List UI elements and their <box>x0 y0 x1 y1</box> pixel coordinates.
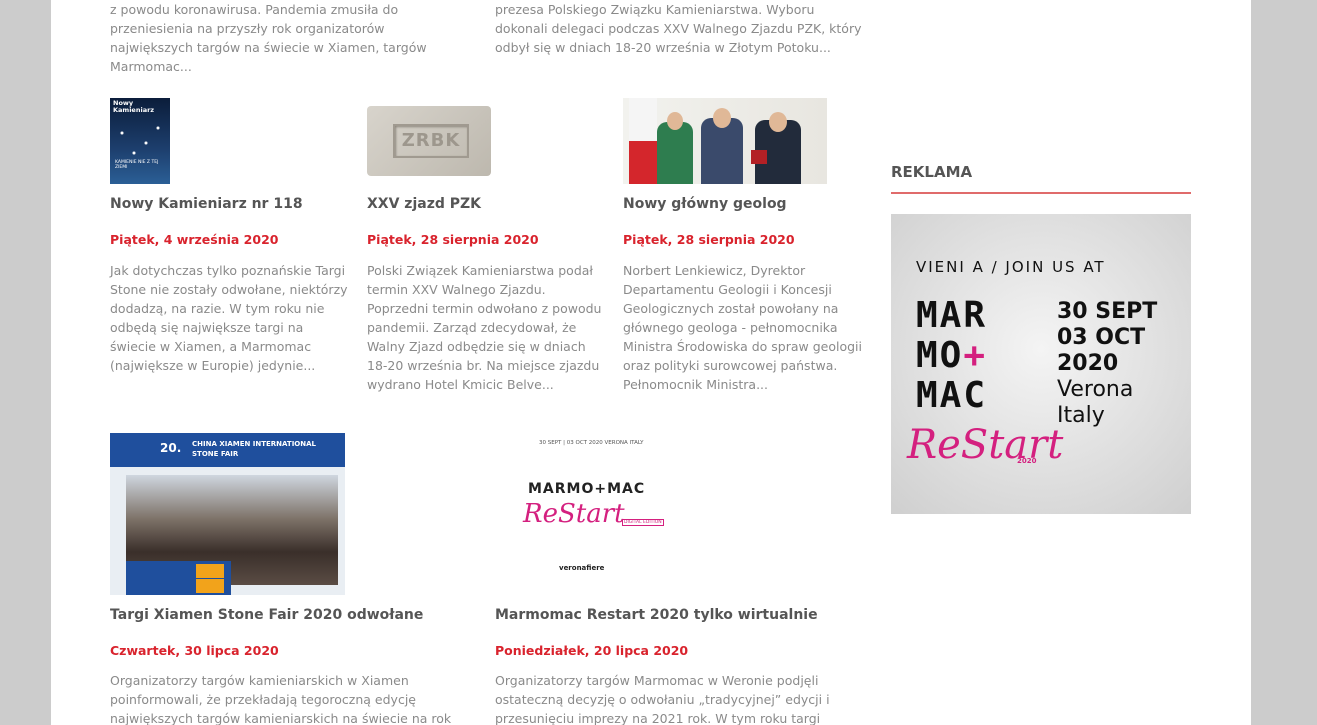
ad-logo: MAR MO+ MAC <box>916 296 987 416</box>
article-date-wrap: Piątek, 4 września 2020 <box>110 232 350 247</box>
article-date: Poniedziałek, 20 lipca 2020 <box>495 643 689 658</box>
ad-date-end: 03 OCT <box>1057 325 1146 350</box>
ad-logo-part: MO <box>916 335 964 376</box>
ad-restart-logo: ReStart <box>907 422 1064 468</box>
fair-tiles <box>126 561 231 595</box>
flag-image <box>629 98 657 184</box>
fair-banner-text: CHINA XIAMEN INTERNATIONAL STONE FAIR <box>192 440 316 458</box>
article-date: Czwartek, 30 lipca 2020 <box>110 643 279 658</box>
tile-icon <box>196 564 224 578</box>
ad-date-start: 30 SEPT <box>1057 299 1158 324</box>
ad-logo-line: MAR <box>916 295 988 336</box>
article-card: XXV zjazd PZK <box>367 196 607 212</box>
carved-letters: ZRBK <box>393 124 469 158</box>
ad-dates: 30 SEPT 03 OCT 2020 Verona Italy <box>1057 299 1157 429</box>
marmomac-logo: MARMO+MAC <box>528 481 646 497</box>
magazine-cover-subtitle: KAMIENIE NIE Z TEJ ZIEMI <box>115 160 159 170</box>
fair-edition-number: 20. <box>160 441 182 455</box>
article-thumbnail-fair[interactable]: 20. CHINA XIAMEN INTERNATIONAL STONE FAI… <box>110 433 345 595</box>
ad-city: Verona <box>1057 377 1134 402</box>
red-folder <box>751 150 767 164</box>
article-thumbnail-marmomac[interactable]: 30 SEPT | 03 OCT 2020 VERONA ITALY MARMO… <box>495 433 731 595</box>
article-date-wrap: Poniedziałek, 20 lipca 2020 <box>495 643 865 658</box>
article-excerpt-partial: z powodu koronawirusa. Pandemia zmusiła … <box>110 2 427 74</box>
article-excerpt: Organizatorzy targów kamieniarskich w Xi… <box>110 673 452 725</box>
article-thumbnail-stone[interactable]: ZRBK <box>367 106 491 176</box>
ad-country: Italy <box>1057 403 1105 428</box>
digital-edition-badge: DIGITAL EDITION <box>622 519 664 526</box>
person-figure <box>657 122 693 184</box>
ad-logo-line: MO+ <box>916 336 987 376</box>
article-title[interactable]: Targi Xiamen Stone Fair 2020 odwołane <box>110 607 480 623</box>
article-date: Piątek, 4 września 2020 <box>110 232 279 247</box>
article-date: Piątek, 28 sierpnia 2020 <box>623 232 795 247</box>
sidebar-heading: REKLAMA <box>891 163 973 181</box>
person-head <box>667 112 683 130</box>
person-head <box>769 112 787 132</box>
restart-logo: ReStart <box>523 499 625 529</box>
article-excerpt: Organizatorzy targów Marmomac w Weronie … <box>495 673 830 725</box>
article-title[interactable]: Marmomac Restart 2020 tylko wirtualnie <box>495 607 865 623</box>
article-title[interactable]: XXV zjazd PZK <box>367 196 607 212</box>
article-card: Targi Xiamen Stone Fair 2020 odwołane <box>110 607 480 623</box>
article-thumbnail-photo[interactable] <box>623 98 827 184</box>
ad-logo-plus: + <box>963 335 988 376</box>
article-date-wrap: Piątek, 28 sierpnia 2020 <box>623 232 863 247</box>
article-card: Nowy główny geolog <box>623 196 863 212</box>
advertisement-banner[interactable]: VIENI A / JOIN US AT MAR MO+ MAC 30 SEPT… <box>891 214 1191 514</box>
article-excerpt: Norbert Lenkiewicz, Dyrektor Departament… <box>623 263 863 392</box>
ad-date-year: 2020 <box>1057 351 1119 376</box>
person-head <box>713 108 731 128</box>
article-date-wrap: Piątek, 28 sierpnia 2020 <box>367 232 607 247</box>
article-card: Nowy Kamieniarz nr 118 <box>110 196 350 212</box>
article-excerpt: Jak dotychczas tylko poznańskie Targi St… <box>110 263 348 373</box>
ad-logo-line: MAC <box>916 375 988 416</box>
tile-icon <box>196 579 224 593</box>
article-excerpt-partial: prezesa Polskiego Związku Kamieniarstwa.… <box>495 2 862 55</box>
article-date-wrap: Czwartek, 30 lipca 2020 <box>110 643 480 658</box>
article-title[interactable]: Nowy Kamieniarz nr 118 <box>110 196 350 212</box>
article-thumbnail-magazine[interactable]: Nowy Kamieniarz KAMIENIE NIE Z TEJ ZIEMI <box>110 98 170 184</box>
article-excerpt: Polski Związek Kamieniarstwa podał termi… <box>367 263 602 392</box>
main-page: z powodu koronawirusa. Pandemia zmusiła … <box>51 0 1251 725</box>
ad-restart-year: 2020 <box>1017 457 1037 465</box>
ad-tagline: VIENI A / JOIN US AT <box>916 258 1106 276</box>
magazine-title: Nowy Kamieniarz <box>113 99 155 114</box>
article-title[interactable]: Nowy główny geolog <box>623 196 863 212</box>
veronafiere-logo: veronafiere <box>559 564 605 572</box>
sidebar-ad-section: REKLAMA <box>891 163 1191 194</box>
article-date: Piątek, 28 sierpnia 2020 <box>367 232 539 247</box>
event-dates-small: 30 SEPT | 03 OCT 2020 VERONA ITALY <box>539 440 644 446</box>
heading-underline <box>891 192 1191 194</box>
article-card: Marmomac Restart 2020 tylko wirtualnie <box>495 607 865 623</box>
